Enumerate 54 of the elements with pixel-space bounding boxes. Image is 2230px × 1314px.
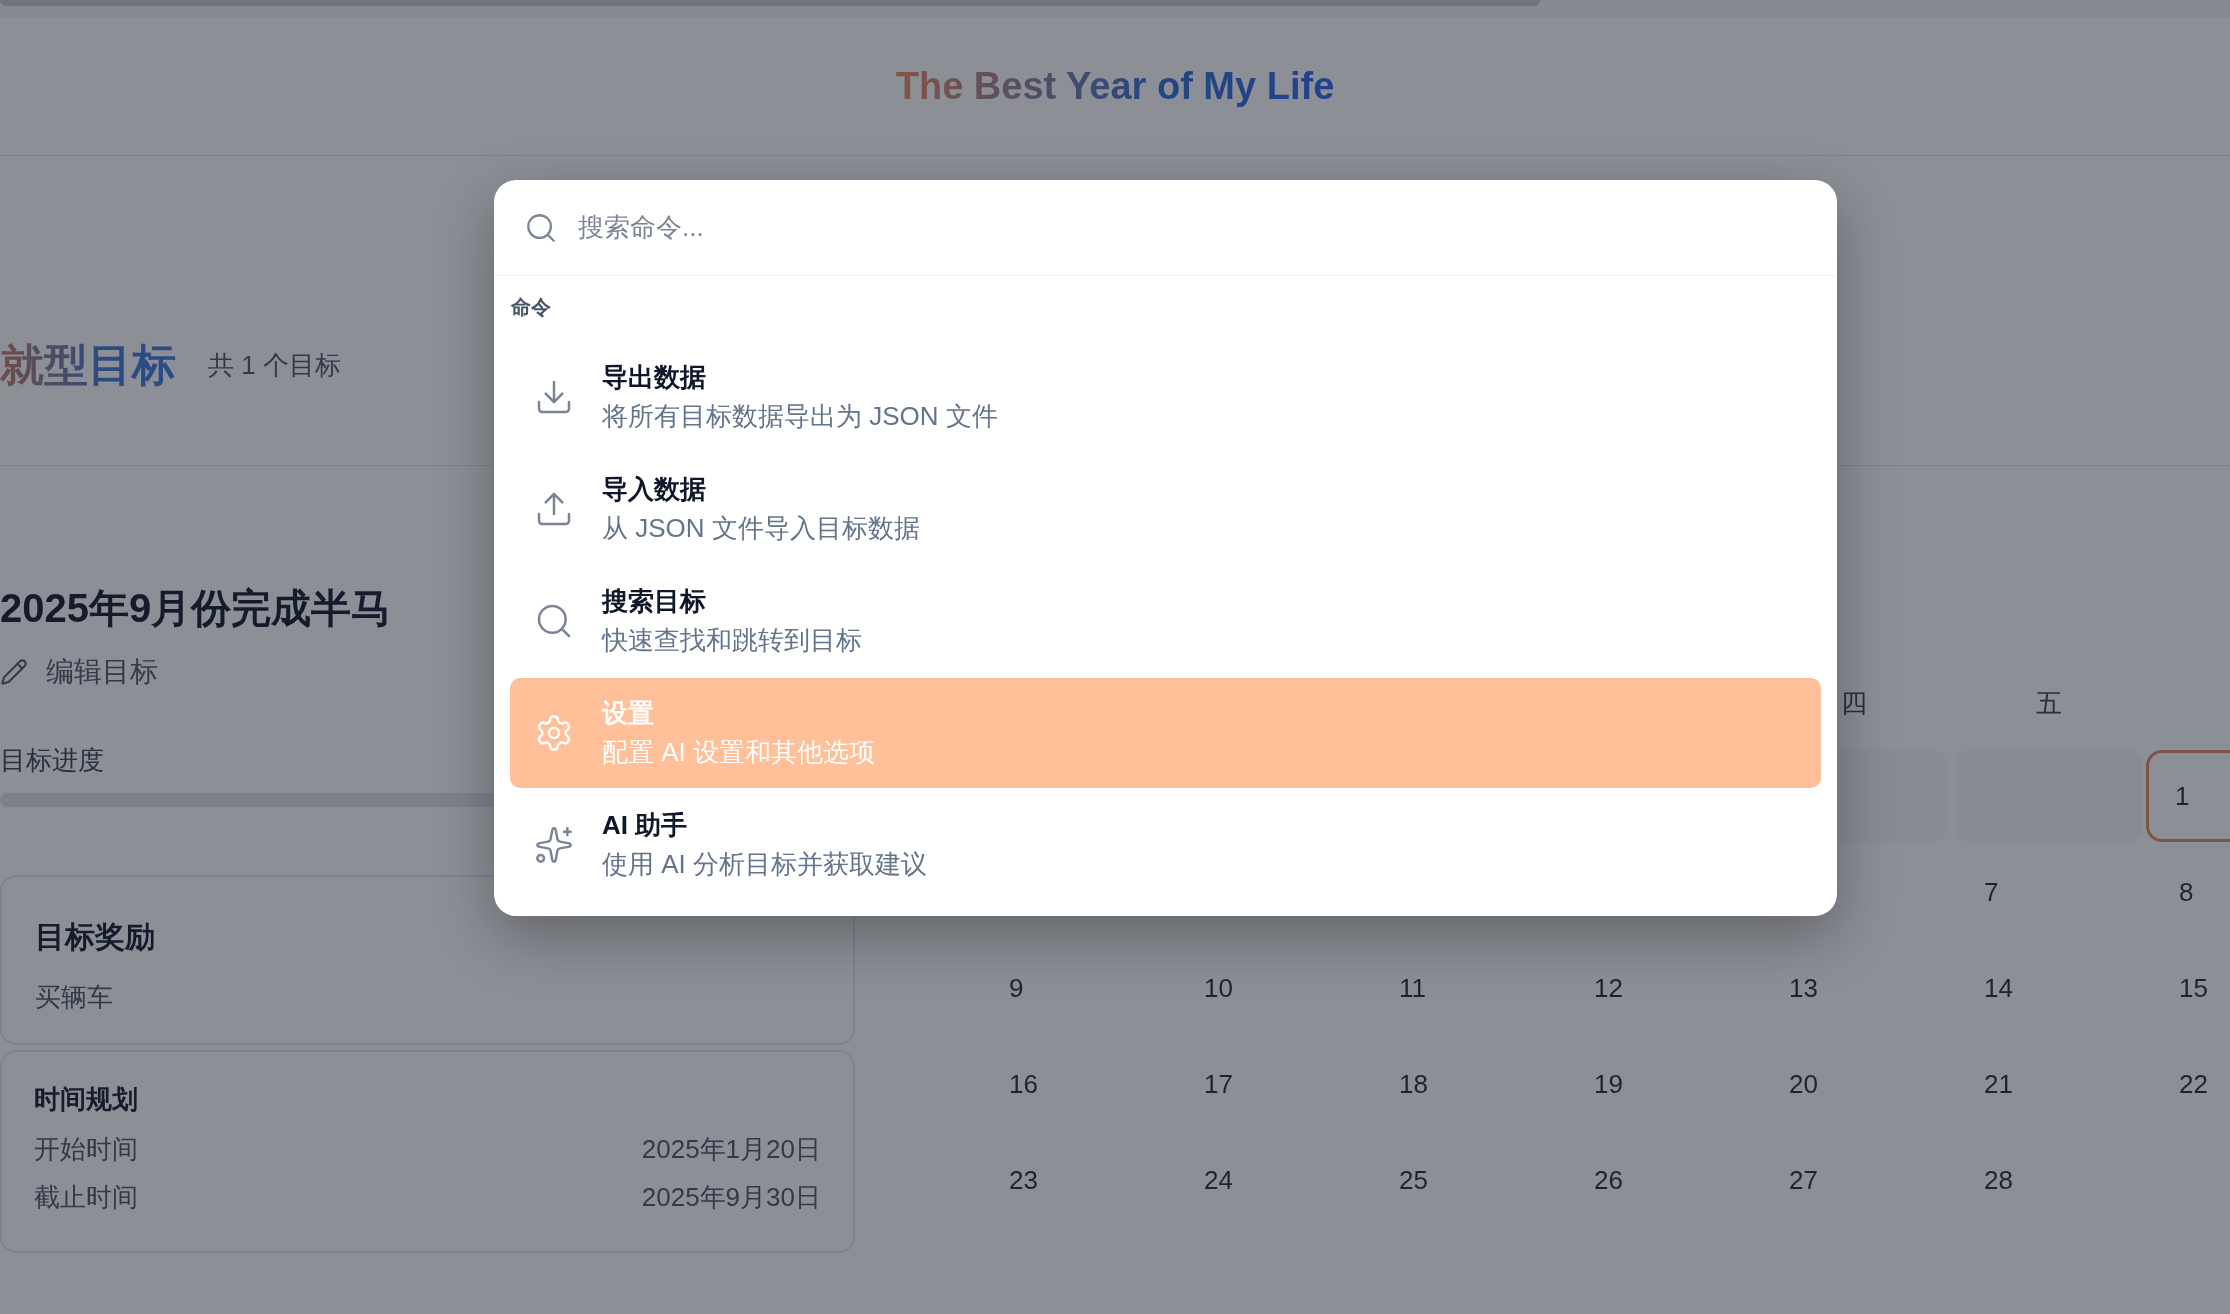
- day-cell[interactable]: 10: [1171, 942, 1366, 1034]
- day-cell[interactable]: 14: [1951, 942, 2146, 1034]
- date-value: 2025年1月20日: [641, 1133, 821, 1165]
- command-description: 使用 AI 分析目标并获取建议: [602, 848, 927, 881]
- day-cell[interactable]: 20: [1756, 1038, 1951, 1130]
- command-title: AI 助手: [602, 809, 689, 841]
- date-label: 开始时间: [34, 1133, 138, 1165]
- goal-title: 2025年9月份完成半马: [0, 585, 392, 632]
- goal-count: 共 1 个目标: [208, 349, 341, 382]
- group-label: 命令: [511, 295, 552, 320]
- command-title: 搜索目标: [602, 585, 707, 617]
- command-description: 配置 AI 设置和其他选项: [602, 736, 875, 769]
- search-field[interactable]: 搜索命令...: [576, 201, 1837, 254]
- day-cell[interactable]: 12: [1561, 942, 1756, 1034]
- command-item[interactable]: 导入数据 从 JSON 文件导入目标数据: [510, 454, 1821, 564]
- day-cell[interactable]: 24: [1171, 1134, 1366, 1226]
- card-title: 时间规划: [34, 1083, 139, 1116]
- command-description: 将所有目标数据导出为 JSON 文件: [602, 400, 998, 433]
- day-cell[interactable]: 8: [2146, 846, 2230, 938]
- day-cell[interactable]: 11: [1366, 942, 1561, 1034]
- day-cell[interactable]: 13: [1756, 942, 1951, 1034]
- command-title: 设置: [602, 697, 655, 729]
- weekday-label: 五: [2034, 686, 2063, 720]
- command-item[interactable]: 导出数据 将所有目标数据导出为 JSON 文件: [510, 342, 1821, 452]
- progress-label: 目标进度: [0, 744, 104, 777]
- command-title: 导出数据: [602, 361, 707, 393]
- pencil-icon: [0, 658, 28, 686]
- day-cell[interactable]: 25: [1366, 1134, 1561, 1226]
- command-title: 导入数据: [602, 473, 707, 505]
- command-item[interactable]: AI 助手 使用 AI 分析目标并获取建议: [510, 790, 1821, 900]
- day-cell[interactable]: 15: [2146, 942, 2230, 1034]
- day-cell[interactable]: 19: [1561, 1038, 1756, 1130]
- command-item[interactable]: 搜索目标 快速查找和跳转到目标: [510, 566, 1821, 676]
- day-cell[interactable]: 21: [1951, 1038, 2146, 1130]
- today-cell[interactable]: 1: [2146, 750, 2230, 842]
- day-cell[interactable]: 16: [976, 1038, 1171, 1130]
- day-cell[interactable]: 22: [2146, 1038, 2230, 1130]
- date-value: 2025年9月30日: [641, 1181, 821, 1213]
- day-cell[interactable]: 17: [1171, 1038, 1366, 1130]
- day-cell[interactable]: 27: [1756, 1134, 1951, 1226]
- date-label: 截止时间: [34, 1181, 138, 1213]
- day-cell[interactable]: 23: [976, 1134, 1171, 1226]
- card-title: 目标奖励: [35, 919, 156, 955]
- day-cell[interactable]: 18: [1366, 1038, 1561, 1130]
- day-cell[interactable]: 28: [1951, 1134, 2146, 1226]
- weekday-label: 四: [1839, 686, 1868, 720]
- command-description: 从 JSON 文件导入目标数据: [602, 512, 920, 545]
- edit-goal-link[interactable]: 编辑目标: [0, 654, 158, 690]
- day-cell[interactable]: 26: [1561, 1134, 1756, 1226]
- sparkles-icon: [534, 825, 574, 865]
- day-cell[interactable]: 9: [976, 942, 1171, 1034]
- command-description: 快速查找和跳转到目标: [602, 624, 862, 657]
- reward-text: 买辆车: [35, 981, 114, 1014]
- day-cell[interactable]: 7: [1951, 846, 2146, 938]
